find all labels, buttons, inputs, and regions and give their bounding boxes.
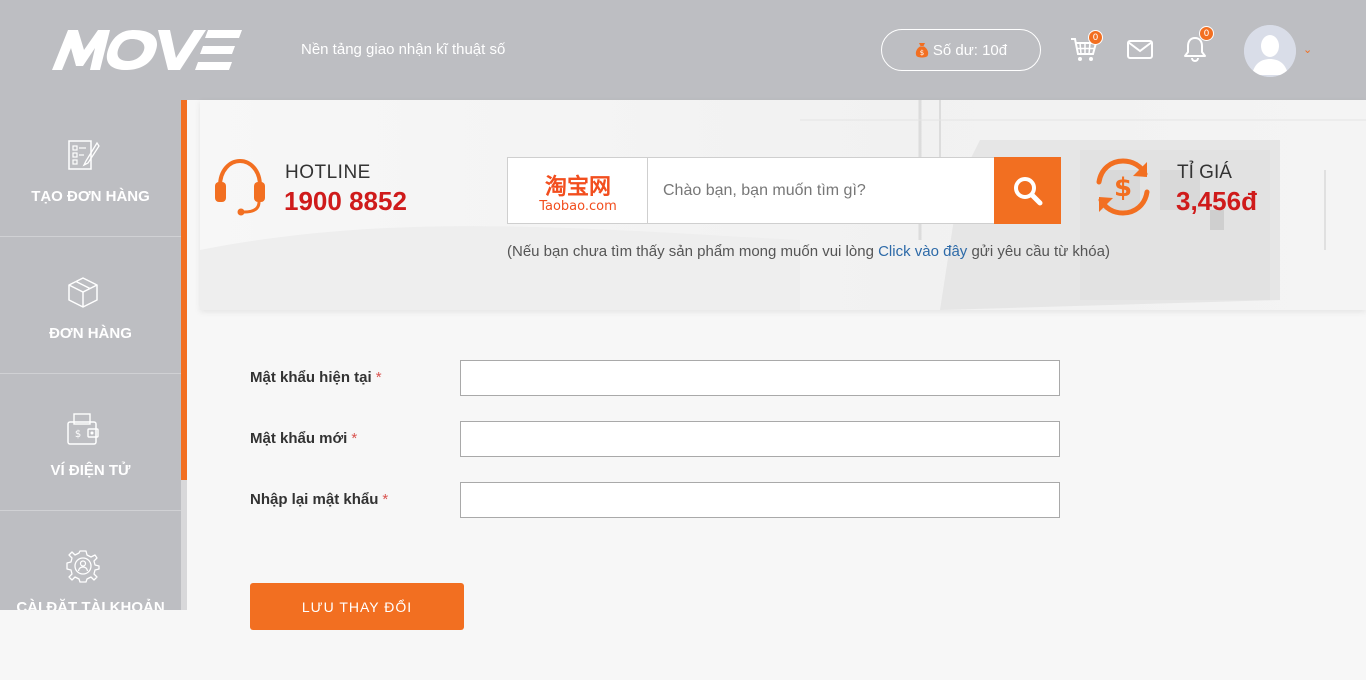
hotline-label: HOTLINE	[285, 162, 371, 183]
confirm-password-label: Nhập lại mật khẩu *	[250, 491, 389, 508]
search-button[interactable]	[994, 157, 1061, 224]
sidebar-item-orders[interactable]: ĐƠN HÀNG	[0, 237, 181, 374]
sidebar-item-label: ĐƠN HÀNG	[49, 325, 132, 342]
sidebar-item-label: TẠO ĐƠN HÀNG	[31, 188, 150, 205]
taobao-logo[interactable]: 淘宝网 Taobao.com	[508, 158, 648, 223]
headset-icon	[215, 158, 265, 216]
confirm-password-field[interactable]	[460, 482, 1060, 518]
search-input[interactable]	[649, 158, 995, 223]
sidebar-item-wallet[interactable]: $ VÍ ĐIỆN TỬ	[0, 374, 181, 511]
exchange-rate-icon: $	[1096, 158, 1150, 216]
new-password-label: Mật khẩu mới *	[250, 430, 358, 447]
svg-text:$: $	[1114, 173, 1132, 203]
avatar[interactable]	[1244, 25, 1296, 77]
sidebar-bottom-space	[0, 610, 200, 680]
box-icon	[68, 277, 98, 308]
edit-document-icon	[68, 140, 100, 170]
notification-badge: 0	[1199, 26, 1214, 41]
mail-icon	[1127, 40, 1153, 59]
exchange-rate-label: TỈ GIÁ	[1177, 162, 1232, 183]
confirm-password-row: Nhập lại mật khẩu *	[250, 482, 1060, 518]
search-hint: (Nếu bạn chưa tìm thấy sản phẩm mong muố…	[507, 243, 1110, 260]
required-mark: *	[375, 369, 382, 386]
sidebar-item-label: VÍ ĐIỆN TỬ	[50, 462, 131, 479]
balance-button[interactable]: $ Số dư: 10đ	[881, 29, 1041, 71]
cart-button[interactable]: 0	[1069, 30, 1103, 64]
wallet-icon: $	[67, 413, 99, 445]
search-hint-suffix: gửi yêu cầu từ khóa)	[967, 243, 1110, 260]
new-password-field[interactable]	[460, 421, 1060, 457]
gear-user-icon	[66, 550, 100, 583]
user-icon	[1244, 25, 1296, 77]
move-logo[interactable]	[50, 28, 242, 72]
notification-button[interactable]: 0	[1180, 26, 1214, 64]
svg-text:淘宝网: 淘宝网	[545, 174, 611, 200]
tagline: Nền tảng giao nhận kĩ thuật số	[301, 41, 506, 58]
current-password-row: Mật khẩu hiện tại *	[250, 360, 1060, 396]
save-changes-button[interactable]: LƯU THAY ĐỔI	[250, 583, 464, 630]
taobao-logo-image: 淘宝网 Taobao.com	[538, 174, 617, 214]
request-keyword-link[interactable]: Click vào đây	[878, 243, 967, 260]
required-mark: *	[351, 430, 358, 447]
new-password-row: Mật khẩu mới *	[250, 421, 1060, 457]
mail-button[interactable]	[1125, 34, 1155, 64]
sidebar-item-create-order[interactable]: TẠO ĐƠN HÀNG	[0, 100, 181, 237]
balance-label: Số dư: 10đ	[932, 41, 1008, 59]
search-hint-prefix: (Nếu bạn chưa tìm thấy sản phẩm mong muố…	[507, 243, 879, 260]
cart-badge: 0	[1088, 30, 1103, 45]
sidebar: TẠO ĐƠN HÀNG ĐƠN HÀNG $ VÍ ĐIỆN TỬ CÀI Đ…	[0, 100, 186, 648]
svg-text:$: $	[920, 49, 924, 57]
search-icon	[1013, 176, 1042, 205]
chevron-down-icon[interactable]: ⌄	[1303, 43, 1312, 56]
sidebar-scrollbar[interactable]	[181, 480, 187, 610]
hotline-number[interactable]: 1900 8852	[284, 186, 407, 217]
svg-text:$: $	[75, 429, 81, 440]
sidebar-active-indicator	[181, 100, 187, 480]
money-bag-icon: $	[915, 43, 929, 58]
svg-text:Taobao.com: Taobao.com	[538, 199, 617, 214]
top-header: Nền tảng giao nhận kĩ thuật số $ Số dư: …	[0, 0, 1366, 100]
current-password-field[interactable]	[460, 360, 1060, 396]
exchange-rate-value: 3,456đ	[1176, 186, 1257, 216]
current-password-label: Mật khẩu hiện tại *	[250, 369, 382, 386]
required-mark: *	[382, 491, 389, 508]
search-box: 淘宝网 Taobao.com	[507, 157, 1061, 224]
